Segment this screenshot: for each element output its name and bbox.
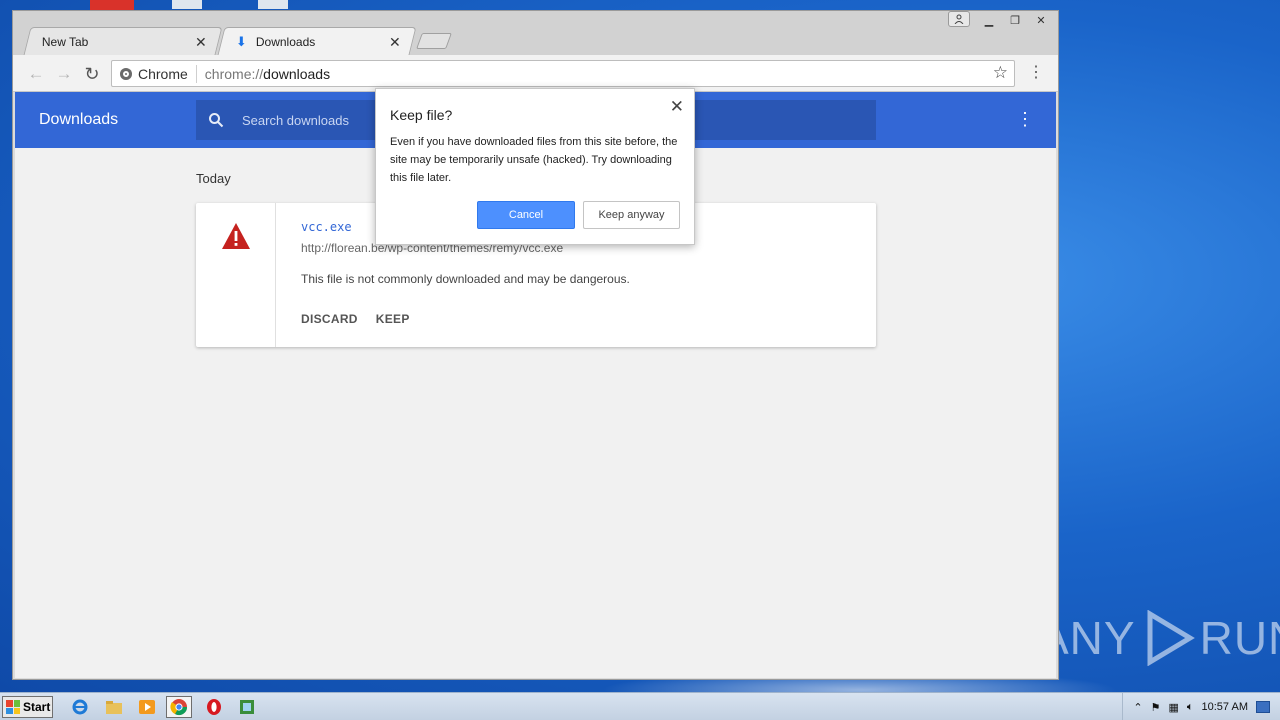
cancel-button[interactable]: Cancel bbox=[477, 201, 575, 229]
show-hidden-icons-icon[interactable]: ⌃ bbox=[1133, 701, 1142, 714]
media-player-icon[interactable] bbox=[134, 696, 160, 718]
tab-downloads[interactable]: ⬇ Downloads ✕ bbox=[217, 27, 417, 55]
bookmark-star-icon[interactable]: ☆ bbox=[993, 63, 1008, 83]
close-icon[interactable]: ✕ bbox=[670, 97, 684, 117]
url-host: downloads bbox=[263, 65, 331, 82]
internet-explorer-icon[interactable] bbox=[67, 696, 93, 718]
desktop-icon-strip bbox=[258, 0, 288, 9]
url-scheme: chrome:// bbox=[204, 65, 264, 82]
system-tray: ⌃ ⚑ ▦ 🔈︎ 10:57 AM bbox=[1122, 693, 1280, 720]
download-actions: DISCARD KEEP bbox=[301, 312, 410, 326]
tab-new-tab[interactable]: New Tab ✕ bbox=[23, 27, 223, 55]
reload-icon[interactable]: ↻ bbox=[81, 63, 103, 85]
watermark-right-text: RUN bbox=[1199, 612, 1280, 664]
opera-icon[interactable] bbox=[201, 696, 227, 718]
dialog-message: Even if you have downloaded files from t… bbox=[390, 136, 678, 184]
badge-label: Chrome bbox=[138, 65, 188, 82]
warning-icon bbox=[222, 223, 250, 249]
danger-warning-text: This file is not commonly downloaded and… bbox=[301, 272, 630, 286]
keep-file-dialog: Keep file? ✕ Even if you have downloaded… bbox=[375, 88, 695, 245]
keep-anyway-button[interactable]: Keep anyway bbox=[583, 201, 680, 229]
action-center-flag-icon[interactable]: ⚑ bbox=[1151, 701, 1161, 714]
tab-title: New Tab bbox=[41, 34, 89, 49]
taskbar: Start ⌃ ⚑ ▦ 🔈︎ 10:57 AM bbox=[0, 692, 1280, 720]
volume-icon[interactable]: 🔈︎ bbox=[1187, 701, 1194, 714]
network-icon[interactable]: ▦ bbox=[1169, 701, 1179, 714]
chrome-badge: Chrome bbox=[120, 64, 197, 83]
desktop-icon-strip bbox=[90, 0, 134, 10]
date-group-label: Today bbox=[196, 171, 231, 186]
file-name-link[interactable]: vcc.exe bbox=[301, 220, 352, 234]
window-controls: ▁ ❐ ✕ bbox=[948, 11, 1054, 29]
back-arrow-icon[interactable]: ← bbox=[25, 63, 47, 85]
download-icon: ⬇ bbox=[235, 33, 247, 49]
tab-title: Downloads bbox=[255, 34, 316, 49]
windows-logo-icon bbox=[6, 700, 20, 714]
start-label: Start bbox=[23, 700, 51, 714]
minimize-icon[interactable]: ▁ bbox=[976, 11, 1002, 29]
browser-menu-icon[interactable]: ⋮ bbox=[1028, 63, 1044, 83]
close-icon[interactable]: ✕ bbox=[194, 34, 208, 50]
network-app-icon[interactable] bbox=[234, 696, 260, 718]
new-tab-button[interactable] bbox=[416, 33, 452, 49]
file-explorer-icon[interactable] bbox=[101, 696, 127, 718]
start-button[interactable]: Start bbox=[2, 696, 53, 718]
search-icon bbox=[209, 113, 224, 128]
dialog-title: Keep file? bbox=[390, 107, 453, 123]
url-text[interactable]: chrome://downloads bbox=[197, 66, 330, 82]
file-icon-column bbox=[196, 203, 276, 347]
play-logo-icon bbox=[1147, 610, 1195, 666]
user-icon[interactable] bbox=[948, 11, 970, 27]
anyrun-watermark: ANY RUN bbox=[1038, 610, 1280, 666]
clock[interactable]: 10:57 AM bbox=[1202, 701, 1248, 713]
search-placeholder: Search downloads bbox=[242, 112, 349, 128]
discard-button[interactable]: DISCARD bbox=[301, 312, 358, 326]
tab-strip: New Tab ✕ ⬇ Downloads ✕ ▁ ❐ ✕ bbox=[13, 11, 1058, 55]
close-icon[interactable]: ✕ bbox=[388, 34, 402, 50]
restore-icon[interactable]: ❐ bbox=[1002, 11, 1028, 29]
address-bar[interactable]: Chrome chrome://downloads ☆ bbox=[111, 60, 1015, 87]
more-options-icon[interactable]: ⋮ bbox=[1016, 109, 1034, 129]
browser-toolbar: ← → ↻ Chrome chrome://downloads ☆ ⋮ bbox=[13, 55, 1058, 92]
show-desktop-button[interactable] bbox=[1256, 701, 1270, 713]
keep-button[interactable]: KEEP bbox=[376, 312, 410, 326]
desktop-icon-strip bbox=[172, 0, 202, 9]
page-title: Downloads bbox=[39, 111, 119, 128]
close-window-icon[interactable]: ✕ bbox=[1028, 11, 1054, 29]
forward-arrow-icon[interactable]: → bbox=[53, 63, 75, 85]
chrome-taskbar-icon[interactable] bbox=[166, 696, 192, 718]
chrome-logo-icon bbox=[120, 67, 132, 80]
